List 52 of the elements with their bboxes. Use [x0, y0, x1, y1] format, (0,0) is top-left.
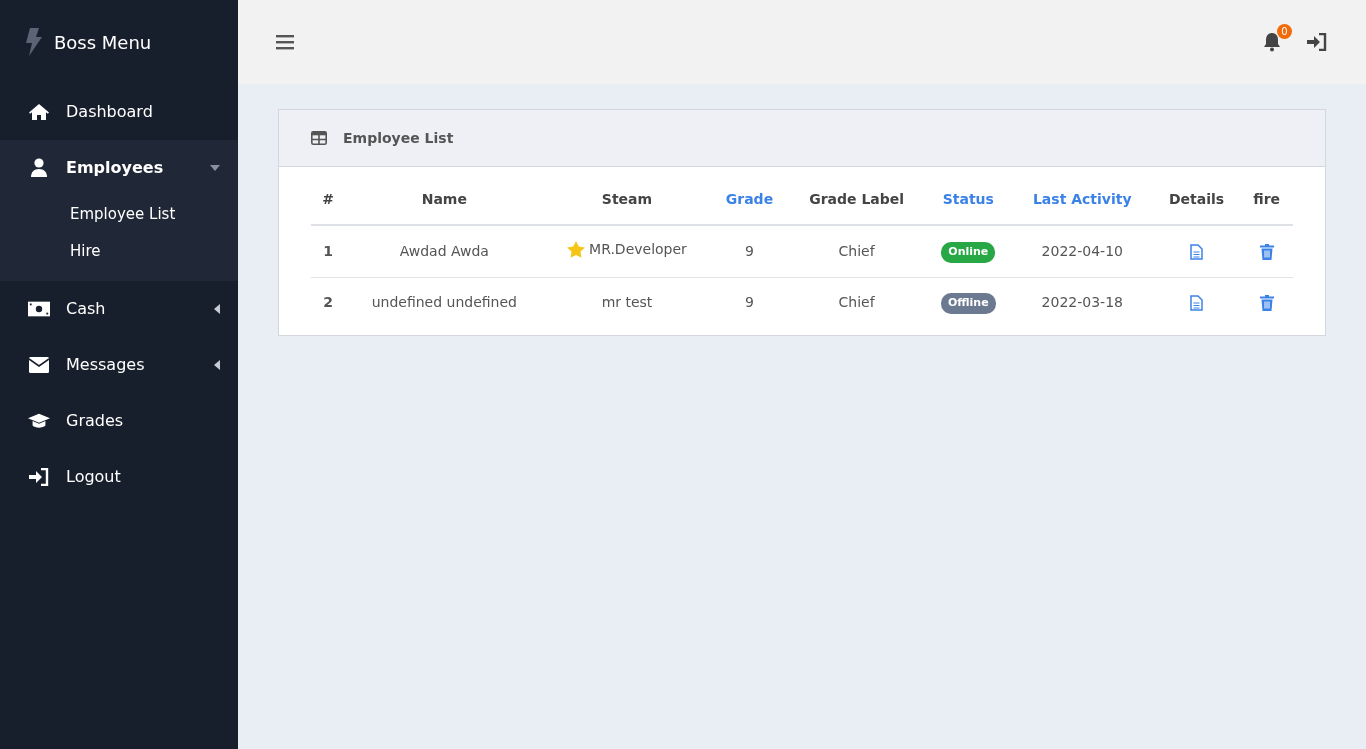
lightning-icon: [24, 28, 44, 56]
sidebar-item[interactable]: Employees: [0, 140, 238, 196]
table-cell: Chief: [788, 225, 925, 278]
table-cell-text: mr test: [601, 292, 653, 312]
sidebar-item[interactable]: Logout: [0, 449, 238, 505]
sidebar-item[interactable]: Grades: [0, 393, 238, 449]
table-cell: 1: [311, 225, 346, 278]
notification-bell-icon[interactable]: [1262, 32, 1282, 52]
column-header: Steam: [543, 175, 711, 225]
sidebar-item[interactable]: Dashboard: [0, 84, 238, 140]
table-icon: [311, 131, 327, 145]
caret-left-icon: [214, 304, 220, 314]
status-badge: Online: [941, 242, 996, 263]
table-cell: 2022-04-10: [1011, 225, 1153, 278]
money-icon: [28, 301, 50, 317]
notification-count: 0: [1277, 24, 1292, 39]
sidebar-item[interactable]: Messages: [0, 337, 238, 393]
card-title: Employee List: [343, 128, 454, 148]
envelope-icon: [29, 357, 49, 373]
person-icon: [30, 158, 48, 178]
menu-icon[interactable]: [276, 34, 294, 50]
column-header: Grade Label: [788, 175, 925, 225]
trash-icon[interactable]: [1259, 244, 1274, 260]
table-cell: 9: [710, 225, 789, 278]
table-cell: 9: [710, 277, 789, 327]
caret-down-icon: [210, 165, 220, 171]
caret-left-icon: [214, 360, 220, 370]
table-cell: undefined undefined: [345, 277, 544, 327]
column-header: Details: [1152, 175, 1241, 225]
trash-icon[interactable]: [1259, 294, 1274, 311]
logout-icon: [29, 468, 49, 486]
column-header: Name: [345, 175, 544, 225]
table-cell: Chief: [788, 277, 925, 327]
table-cell: 2: [311, 277, 346, 327]
table-cell: Awdad Awda: [345, 225, 544, 278]
column-header[interactable]: Grade: [710, 175, 789, 225]
document-icon[interactable]: [1190, 294, 1204, 311]
submenu-item[interactable]: Hire: [70, 232, 238, 269]
status-badge: Offline: [940, 293, 996, 314]
table-cell: 2022-03-18: [1011, 277, 1153, 327]
column-header[interactable]: Status: [924, 175, 1012, 225]
column-header: fire: [1240, 175, 1293, 225]
brand-title: Boss Menu: [54, 30, 152, 55]
submenu-item[interactable]: Employee List: [70, 196, 238, 233]
home-icon: [28, 103, 50, 121]
sidebar-item[interactable]: Cash: [0, 281, 238, 337]
document-icon[interactable]: [1190, 244, 1204, 260]
column-header[interactable]: Last Activity: [1011, 175, 1153, 225]
logout-icon[interactable]: [1306, 33, 1328, 51]
table-cell-text: MR.Developer: [589, 240, 687, 259]
column-header: #: [311, 175, 346, 225]
graduation-cap-icon: [28, 413, 50, 429]
